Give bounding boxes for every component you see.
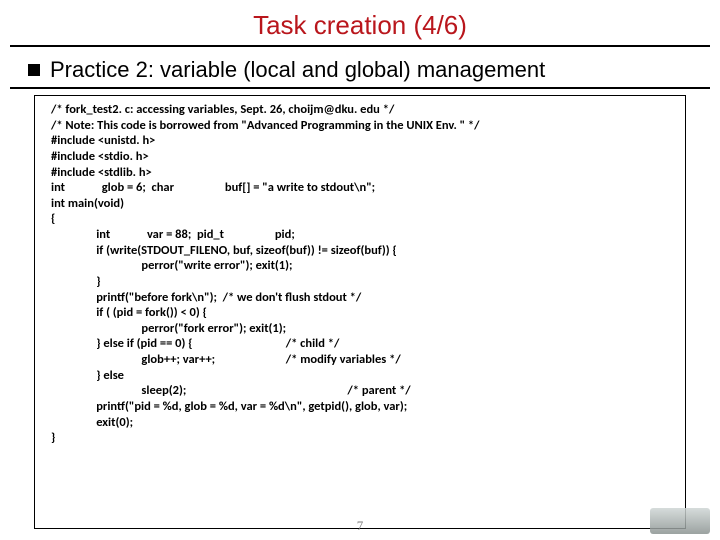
code-line: } else if (pid == 0) { /* child */ (51, 336, 669, 352)
code-line: int var = 88; pid_t pid; (51, 227, 669, 243)
code-line: } else (51, 368, 669, 384)
code-line: #include <unistd. h> (51, 133, 669, 149)
slide-subtitle: Practice 2: variable (local and global) … (50, 57, 545, 83)
code-line: int glob = 6; char buf[] = "a write to s… (51, 180, 669, 196)
code-line: } (51, 430, 669, 446)
code-line: if ( (pid = fork()) < 0) { (51, 305, 669, 321)
code-line: /* Note: This code is borrowed from "Adv… (51, 118, 669, 134)
subtitle-underline (10, 87, 710, 89)
bullet-icon (28, 64, 40, 76)
code-line: #include <stdlib. h> (51, 165, 669, 181)
code-line: int main(void) (51, 196, 669, 212)
code-line: exit(0); (51, 415, 669, 431)
slide-title: Task creation (4/6) (0, 0, 720, 45)
code-line: if (write(STDOUT_FILENO, buf, sizeof(buf… (51, 243, 669, 259)
footer-logo (650, 508, 710, 534)
page-number: 7 (357, 518, 364, 534)
code-line: sleep(2); /* parent */ (51, 383, 669, 399)
title-underline (10, 45, 710, 47)
subtitle-row: Practice 2: variable (local and global) … (0, 57, 720, 87)
code-line: perror("fork error"); exit(1); (51, 321, 669, 337)
code-box: /* fork_test2. c: accessing variables, S… (34, 95, 686, 529)
code-line: /* fork_test2. c: accessing variables, S… (51, 102, 669, 118)
code-line: { (51, 211, 669, 227)
code-line: } (51, 274, 669, 290)
code-line: glob++; var++; /* modify variables */ (51, 352, 669, 368)
code-line: printf("pid = %d, glob = %d, var = %d\n"… (51, 399, 669, 415)
code-line: #include <stdio. h> (51, 149, 669, 165)
code-line: printf("before fork\n"); /* we don't flu… (51, 290, 669, 306)
code-line: perror("write error"); exit(1); (51, 258, 669, 274)
